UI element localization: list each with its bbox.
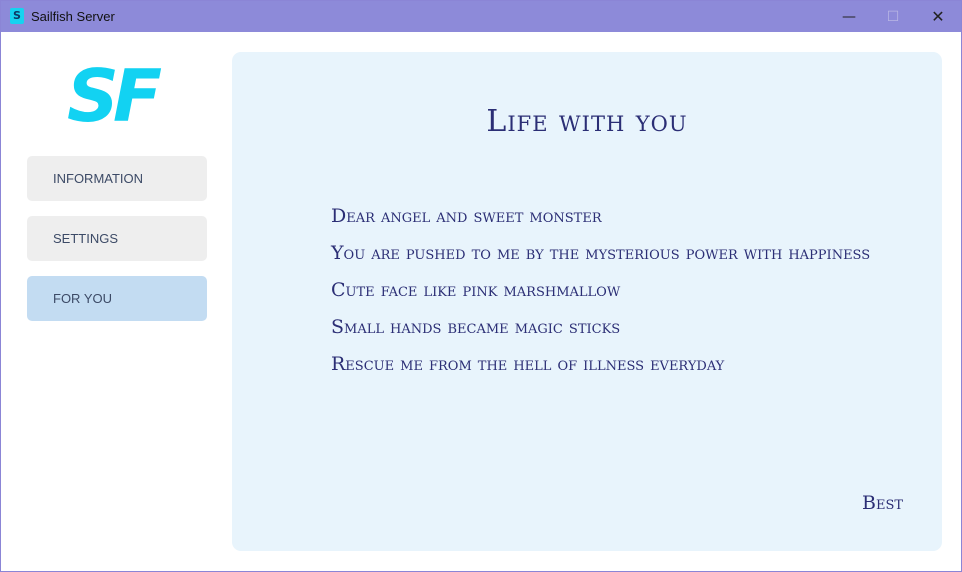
window-title: Sailfish Server — [31, 9, 115, 24]
close-button[interactable]: ✕ — [915, 1, 961, 32]
sf-logo: SF — [67, 63, 168, 125]
sidebar-item-information[interactable]: INFORMATION — [27, 156, 207, 201]
minimize-button[interactable]: — — [826, 1, 872, 32]
maximize-button[interactable]: ☐ — [870, 1, 916, 32]
close-icon: ✕ — [931, 7, 945, 26]
title-bar[interactable]: S Sailfish Server — ☐ ✕ — [1, 1, 961, 32]
poem-line: You are pushed to me by the mysterious p… — [331, 242, 871, 264]
sidebar-item-for-you[interactable]: FOR YOU — [27, 276, 207, 321]
poem-title: Life with you — [486, 104, 688, 139]
sidebar-item-settings[interactable]: SETTINGS — [27, 216, 207, 261]
sailfish-app-icon: S — [10, 8, 24, 24]
app-window: S Sailfish Server — ☐ ✕ SF INFORMATION S… — [0, 0, 962, 572]
content-panel: Life with you Dear angel and sweet monst… — [232, 52, 942, 551]
poem-signature: Best — [862, 492, 904, 514]
poem-line: Rescue me from the hell of illness every… — [331, 353, 725, 375]
poem-line: Cute face like pink marshmallow — [331, 279, 621, 301]
sidebar-item-label: SETTINGS — [53, 231, 119, 246]
poem-line: Dear angel and sweet monster — [331, 205, 602, 227]
sidebar-item-label: FOR YOU — [53, 291, 112, 306]
sidebar-item-label: INFORMATION — [53, 171, 144, 186]
minimize-icon: — — [842, 8, 856, 25]
poem-body: Dear angel and sweet monster You are pus… — [331, 198, 931, 383]
sf-logo-text: SF — [67, 63, 162, 125]
poem-line: Small hands became magic sticks — [331, 316, 621, 338]
maximize-icon: ☐ — [886, 8, 900, 25]
